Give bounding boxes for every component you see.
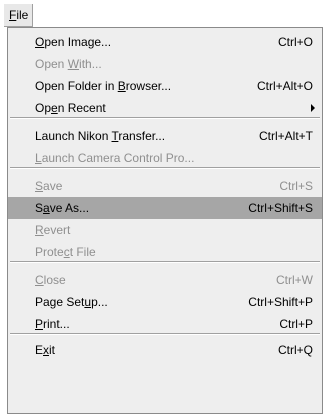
menu-item-label: Close	[35, 273, 66, 287]
menu-item-label: Exit	[35, 343, 56, 357]
menu-item-shortcut: Ctrl+S	[279, 179, 313, 193]
menu-separator	[10, 261, 320, 263]
menu-item-launch-nikon-transfer[interactable]: Launch Nikon Transfer... Ctrl+Alt+T	[8, 125, 322, 147]
menu-separator	[10, 167, 320, 169]
menu-item-label: Page Setup...	[35, 295, 108, 309]
menu-item-label: Open Image...	[35, 35, 112, 49]
submenu-arrow-icon	[311, 104, 315, 112]
menu-item-launch-camera-control-pro: Launch Camera Control Pro...	[8, 147, 322, 169]
menu-item-protect-file: Protect File	[8, 241, 322, 263]
menu-item-shortcut: Ctrl+Alt+T	[258, 129, 313, 143]
menu-separator	[10, 117, 320, 119]
menu-item-close: Close Ctrl+W	[8, 269, 322, 291]
menu-bar: File	[0, 0, 323, 29]
menu-item-label: Revert	[35, 223, 71, 237]
menu-item-label: Protect File	[35, 245, 96, 259]
menu-item-label: Launch Nikon Transfer...	[35, 129, 166, 143]
menu-item-open-recent[interactable]: Open Recent	[8, 97, 322, 119]
file-menu-label: File	[9, 8, 29, 22]
menu-item-shortcut: Ctrl+Alt+O	[256, 79, 313, 93]
menu-item-label: Save As...	[35, 201, 90, 215]
menu-item-shortcut: Ctrl+O	[277, 35, 313, 49]
file-menu: Open Image... Ctrl+O Open With... Open Fold…	[7, 27, 323, 414]
file-menu-button[interactable]: File	[3, 3, 33, 27]
menu-item-label: Open Recent	[35, 101, 106, 115]
menu-item-label: Launch Camera Control Pro...	[35, 151, 195, 165]
menu-item-open-with: Open With...	[8, 53, 322, 75]
menu-item-revert: Revert	[8, 219, 322, 241]
menu-item-label: Save	[35, 179, 63, 193]
menu-item-label: Print...	[35, 317, 70, 331]
menu-item-label: Open Folder in Browser...	[35, 79, 172, 93]
menu-item-page-setup[interactable]: Page Setup... Ctrl+Shift+P	[8, 291, 322, 313]
menu-item-shortcut: Ctrl+W	[276, 273, 313, 287]
menu-item-shortcut: Ctrl+P	[279, 317, 313, 331]
menu-item-open-folder-in-browser[interactable]: Open Folder in Browser... Ctrl+Alt+O	[8, 75, 322, 97]
menu-item-shortcut: Ctrl+Q	[277, 343, 313, 357]
menu-item-save: Save Ctrl+S	[8, 175, 322, 197]
menu-item-save-as[interactable]: Save As... Ctrl+Shift+S	[8, 197, 322, 219]
menu-separator	[10, 333, 320, 335]
menu-item-exit[interactable]: Exit Ctrl+Q	[8, 339, 322, 361]
menu-item-open-image[interactable]: Open Image... Ctrl+O	[8, 31, 322, 53]
menu-item-shortcut: Ctrl+Shift+P	[248, 295, 313, 309]
menu-item-shortcut: Ctrl+Shift+S	[248, 201, 313, 215]
menu-item-print[interactable]: Print... Ctrl+P	[8, 313, 322, 335]
menu-item-label: Open With...	[35, 57, 102, 71]
